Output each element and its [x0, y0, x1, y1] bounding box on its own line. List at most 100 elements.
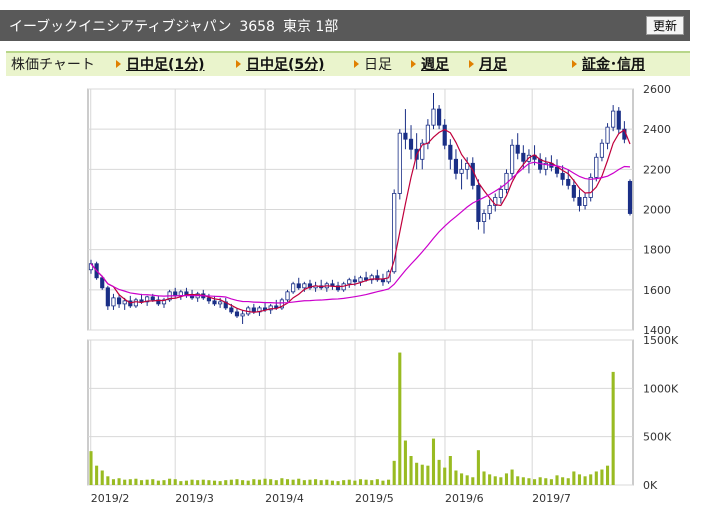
- price-chart: 2600240022002000180016001400 1500K1000K5…: [87, 83, 679, 505]
- volume-bar: [229, 479, 233, 485]
- volume-bar: [347, 479, 351, 485]
- volume-bar: [561, 477, 565, 485]
- candle-body: [448, 144, 453, 160]
- volume-bar: [168, 478, 172, 485]
- volume-bar: [510, 469, 514, 485]
- volume-bar: [364, 479, 368, 485]
- candle-body: [577, 197, 582, 206]
- volume-bar: [375, 479, 379, 485]
- candle-body: [611, 110, 616, 128]
- volume-bar: [302, 480, 306, 485]
- candle-body: [218, 301, 223, 305]
- candle-body: [487, 205, 492, 214]
- volume-bar: [196, 480, 200, 485]
- volume-bar: [111, 479, 116, 485]
- candle-body: [442, 124, 447, 146]
- candle-body: [498, 189, 503, 198]
- x-tick-label: 2019/3: [175, 492, 214, 505]
- volume-y-tick-label: 1500K: [643, 334, 679, 347]
- volume-bar: [420, 464, 424, 485]
- volume-bar: [583, 476, 587, 485]
- volume-bar: [145, 479, 149, 485]
- volume-bar: [291, 479, 295, 485]
- volume-bar: [190, 479, 194, 485]
- volume-bar: [269, 479, 273, 485]
- price-y-tick-label: 2000: [643, 204, 671, 217]
- candle-body: [431, 108, 436, 126]
- volume-bar: [572, 471, 576, 485]
- candle-body: [234, 311, 240, 317]
- candle-body: [100, 277, 105, 289]
- x-tick-label: 2019/2: [91, 492, 130, 505]
- candle-body: [408, 138, 414, 150]
- candle-body: [504, 172, 509, 190]
- volume-bar: [212, 480, 217, 485]
- x-tick-label: 2019/4: [265, 492, 304, 505]
- volume-bar: [443, 467, 447, 485]
- candle-body: [571, 184, 576, 198]
- candle-body: [599, 142, 605, 158]
- candle-body: [476, 184, 481, 222]
- volume-bar: [139, 480, 144, 485]
- candle-body: [212, 300, 217, 305]
- candle-body: [437, 108, 442, 126]
- volume-bar: [577, 474, 582, 485]
- volume-bar: [207, 480, 211, 485]
- volume-bar: [460, 473, 464, 485]
- volume-bar: [297, 478, 301, 485]
- volume-bar: [106, 476, 110, 485]
- x-tick-label: 2019/5: [355, 492, 394, 505]
- volume-bar: [151, 479, 155, 485]
- candle-body: [352, 279, 357, 283]
- x-tick-label: 2019/7: [532, 492, 571, 505]
- volume-bar: [252, 479, 256, 485]
- candle-body: [347, 279, 352, 285]
- candle-body: [588, 176, 593, 198]
- volume-bar: [134, 478, 138, 485]
- candle-body: [627, 180, 633, 214]
- candle-body: [459, 168, 464, 174]
- volume-bar: [325, 479, 329, 485]
- volume-bar: [358, 479, 363, 485]
- volume-bar: [184, 480, 188, 485]
- volume-bar: [499, 477, 503, 485]
- volume-bar: [257, 479, 261, 485]
- volume-bar: [95, 465, 99, 485]
- volume-bar: [224, 480, 228, 485]
- volume-bar: [409, 456, 413, 485]
- volume-bar: [454, 470, 458, 485]
- volume-bar: [549, 479, 553, 485]
- candle-body: [594, 156, 599, 178]
- volume-bar: [431, 438, 436, 485]
- candle-body: [582, 197, 588, 206]
- candle-body: [111, 297, 116, 307]
- price-y-tick-label: 1800: [643, 244, 671, 257]
- volume-bar: [488, 474, 492, 485]
- candle-body: [515, 144, 520, 154]
- candle-body: [133, 299, 139, 307]
- volume-bar: [123, 479, 127, 485]
- volume-bar: [314, 479, 318, 485]
- volume-bar: [465, 475, 469, 485]
- volume-bar: [594, 471, 598, 485]
- volume-bar: [100, 470, 104, 485]
- volume-bar: [218, 481, 222, 485]
- volume-bar: [319, 480, 323, 485]
- price-y-tick-label: 2200: [643, 163, 671, 176]
- volume-bar: [117, 478, 121, 485]
- candle-body: [616, 110, 621, 130]
- volume-bar: [308, 479, 312, 485]
- volume-bar: [89, 451, 93, 485]
- candle-body: [403, 132, 408, 140]
- candle-body: [358, 277, 363, 283]
- candle-body: [554, 166, 560, 174]
- candle-body: [397, 132, 402, 194]
- volume-bar: [415, 462, 419, 485]
- volume-bar: [156, 480, 160, 485]
- volume-bar: [246, 480, 250, 485]
- candle-body: [510, 144, 515, 174]
- volume-bar: [370, 480, 374, 485]
- candle-body: [251, 307, 256, 313]
- price-y-tick-label: 2400: [643, 123, 671, 136]
- candle-body: [240, 313, 245, 317]
